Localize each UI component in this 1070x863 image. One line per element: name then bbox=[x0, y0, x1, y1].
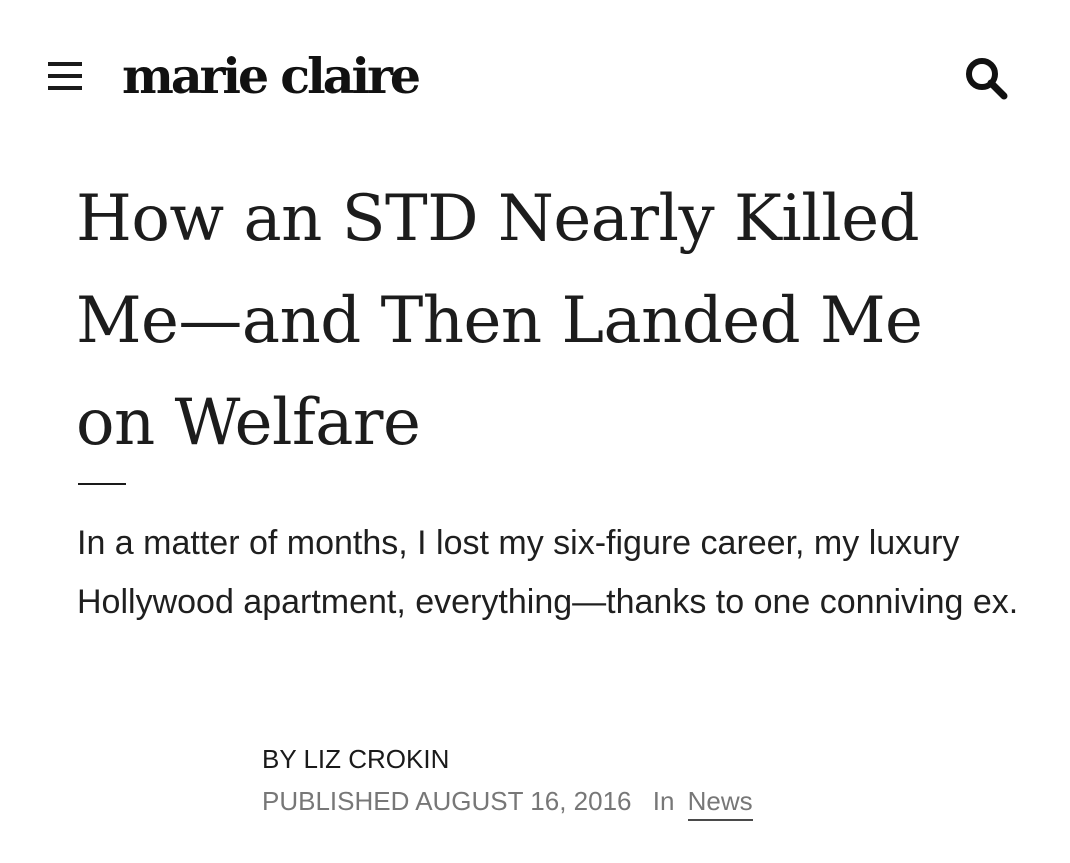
author-name[interactable]: Liz Crokin bbox=[303, 744, 449, 774]
published-row: Published August 16, 2016 In News bbox=[262, 784, 753, 821]
article-dek: In a matter of months, I lost my six-fig… bbox=[77, 524, 1019, 621]
menu-bar-middle bbox=[48, 74, 82, 78]
category-prefix: In bbox=[652, 786, 675, 816]
byline: By Liz Crokin bbox=[262, 742, 449, 776]
site-header: marie claire bbox=[0, 0, 1070, 150]
site-logo[interactable]: marie claire bbox=[122, 46, 421, 106]
category-link-news[interactable]: News bbox=[687, 786, 753, 821]
byline-prefix: By bbox=[262, 744, 297, 774]
menu-bar-bottom bbox=[48, 86, 82, 90]
search-icon[interactable] bbox=[960, 54, 1014, 102]
hamburger-menu-icon[interactable] bbox=[48, 62, 82, 90]
article-headline: How an STD Nearly Killed Me—and Then Lan… bbox=[76, 182, 923, 460]
published-date: August 16, 2016 bbox=[415, 786, 632, 816]
published-label: Published bbox=[262, 786, 410, 816]
headline-divider bbox=[78, 483, 126, 485]
menu-bar-top bbox=[48, 62, 82, 66]
